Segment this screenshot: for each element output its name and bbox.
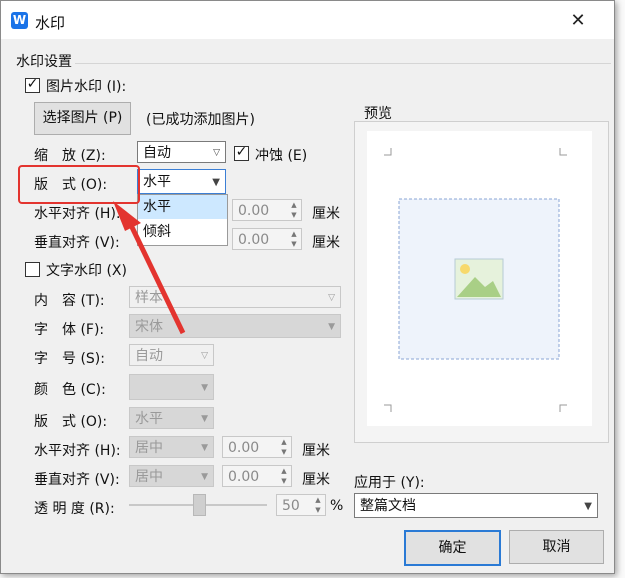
watermark-dialog: W 水印 ✕ 水印设置 ✓ 图片水印 (I): 选择图片 (P) (已成功添加图… — [0, 0, 615, 574]
annotation-arrow — [113, 201, 186, 335]
